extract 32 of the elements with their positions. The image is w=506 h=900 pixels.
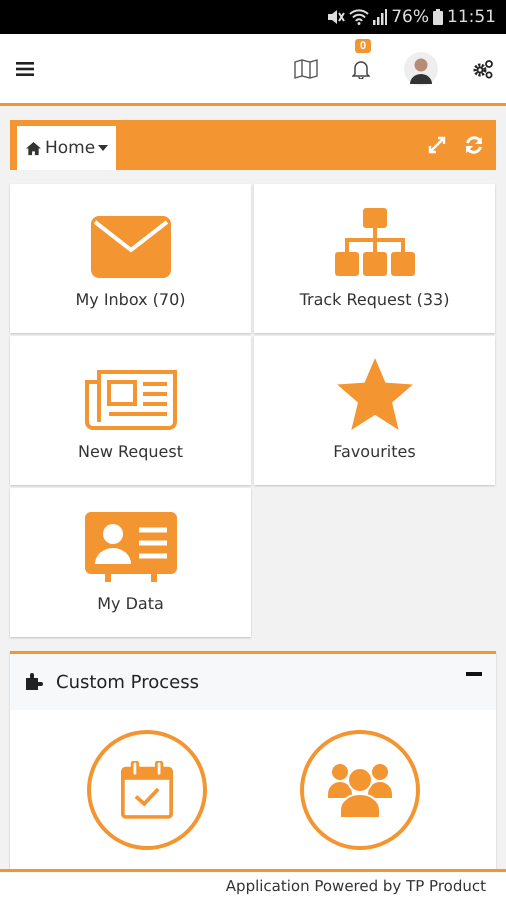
footer-text: Application Powered by TP Product — [226, 877, 486, 895]
puzzle-icon — [24, 672, 44, 692]
expand-icon — [428, 136, 446, 154]
calendar-check-icon — [120, 761, 172, 819]
dashboard-tile[interactable]: New Request — [10, 336, 251, 485]
bell-icon — [352, 58, 370, 78]
menu-icon — [16, 62, 34, 76]
home-dropdown[interactable]: Home — [17, 126, 116, 170]
refresh-icon — [464, 135, 484, 155]
star-icon — [336, 358, 412, 430]
avatar-icon — [404, 52, 438, 86]
panel-title: Custom Process — [56, 672, 199, 692]
org-chart-icon — [334, 208, 414, 278]
dashboard-tile[interactable]: Track Request (33) — [254, 184, 495, 333]
wifi-icon — [349, 9, 370, 25]
notification-badge: 0 — [355, 38, 372, 52]
dashboard-tile[interactable]: My Inbox (70) — [10, 184, 251, 333]
minus-icon — [466, 672, 482, 676]
gears-icon — [472, 58, 494, 78]
dashboard-tile[interactable]: Favourites — [254, 336, 495, 485]
contact-card-icon — [84, 512, 176, 582]
mute-icon — [327, 9, 346, 25]
signal-icon — [373, 9, 388, 25]
caret-icon — [98, 145, 108, 151]
clock: 11:51 — [447, 7, 496, 27]
envelope-icon — [90, 216, 170, 278]
map-icon — [294, 58, 318, 78]
battery-icon — [433, 9, 443, 25]
battery-percentage: 76% — [391, 7, 429, 27]
dashboard-tile[interactable]: My Data — [10, 488, 251, 637]
newspaper-icon — [84, 368, 176, 430]
home-icon — [25, 140, 42, 156]
